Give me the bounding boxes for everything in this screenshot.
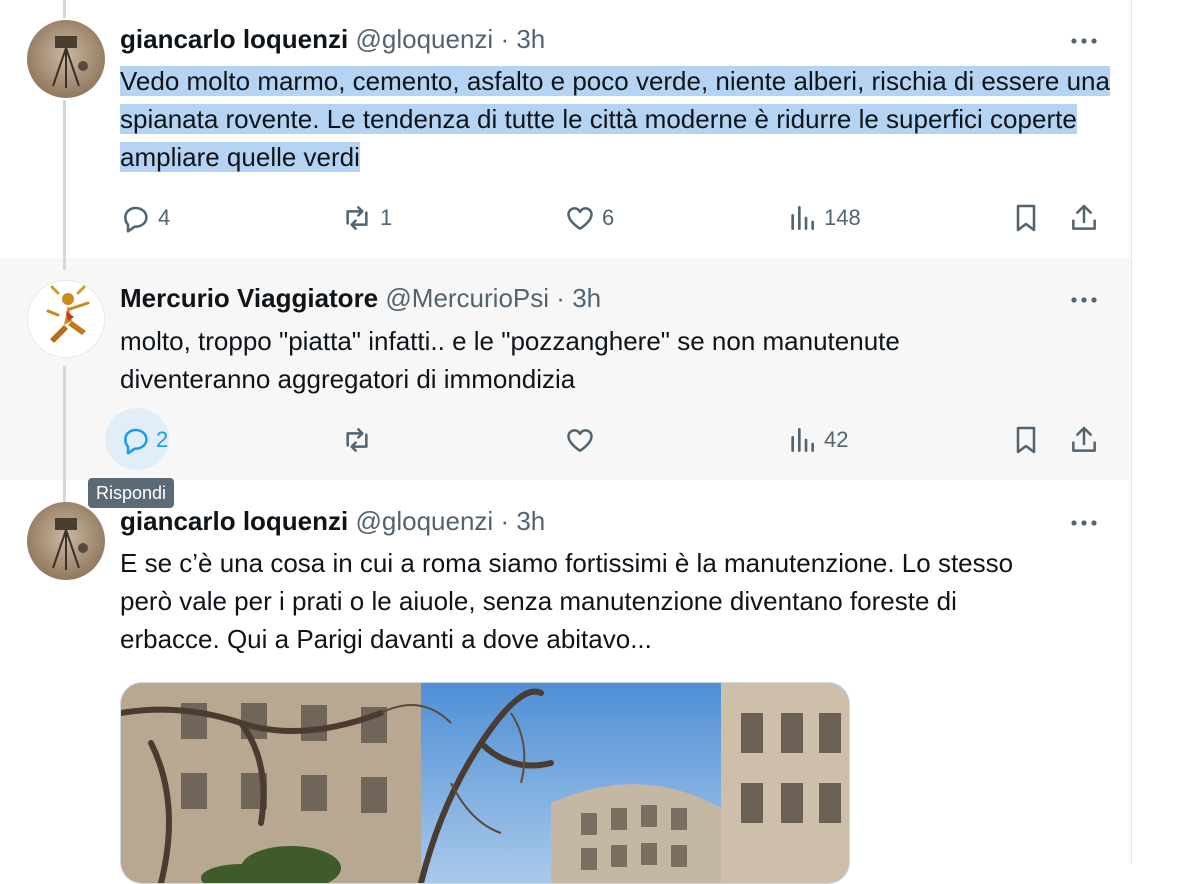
avatar-photo (27, 20, 105, 98)
repost-button[interactable]: 1 (340, 202, 392, 234)
bookmark-button[interactable] (1010, 202, 1042, 234)
views-button[interactable]: 42 (786, 424, 848, 456)
user-handle[interactable]: @gloquenzi (355, 24, 493, 54)
timestamp[interactable]: 3h (516, 24, 545, 54)
view-count: 42 (824, 427, 849, 452)
view-count: 148 (824, 205, 861, 230)
repost-icon (346, 206, 368, 230)
more-horizontal-icon (1071, 297, 1097, 303)
separator-dot: · (500, 24, 510, 54)
more-options-button[interactable] (1064, 508, 1104, 538)
display-name[interactable]: Mercurio Viaggiatore (120, 283, 378, 313)
thread-line (63, 366, 66, 502)
tweet-text: E se c’è una cosa in cui a roma siamo fo… (120, 548, 1014, 654)
tweet-text: molto, troppo "piatta" infatti.. e le "p… (120, 326, 900, 394)
avatar[interactable] (27, 280, 105, 358)
share-icon (1072, 426, 1096, 452)
thread-line-top (63, 0, 66, 18)
avatar[interactable] (27, 20, 105, 98)
more-options-button[interactable] (1064, 285, 1104, 315)
reply-icon (124, 206, 148, 233)
reply-button[interactable]: 4 (120, 202, 170, 234)
timestamp[interactable]: 3h (516, 506, 545, 536)
avatar[interactable] (27, 502, 105, 580)
views-icon (791, 428, 814, 452)
reply-button[interactable]: 2 (120, 424, 168, 456)
like-icon (567, 429, 593, 452)
repost-button[interactable] (340, 424, 380, 456)
right-sidebar-gap (1132, 0, 1200, 864)
bookmark-icon (1016, 426, 1036, 454)
thread-line (63, 100, 66, 270)
like-icon (567, 207, 593, 230)
repost-icon (346, 428, 368, 452)
like-button[interactable]: 6 (564, 202, 614, 234)
more-options-button[interactable] (1064, 26, 1104, 56)
timestamp[interactable]: 3h (572, 283, 601, 313)
bookmark-button[interactable] (1010, 424, 1042, 456)
selected-tweet-text: Vedo molto marmo, cemento, asfalto e poc… (120, 66, 1110, 172)
views-icon (791, 206, 814, 230)
more-horizontal-icon (1071, 38, 1097, 44)
tweet-header: giancarlo loquenzi @gloquenzi · 3h (120, 506, 545, 536)
reply-count: 4 (158, 205, 171, 230)
separator-dot: · (556, 283, 565, 313)
avatar-mercury-figure (28, 281, 104, 357)
display-name[interactable]: giancarlo loquenzi (120, 506, 348, 536)
paris-street-photo (121, 683, 849, 883)
avatar-photo (27, 502, 105, 580)
reply-icon (124, 428, 148, 455)
reply-count: 2 (156, 427, 169, 452)
repost-count: 1 (380, 205, 393, 230)
share-button[interactable] (1068, 202, 1100, 234)
like-button[interactable] (564, 424, 602, 456)
tweet-header: giancarlo loquenzi @gloquenzi · 3h (120, 24, 545, 54)
share-button[interactable] (1068, 424, 1100, 456)
user-handle[interactable]: @gloquenzi (355, 506, 493, 536)
display-name[interactable]: giancarlo loquenzi (120, 24, 348, 54)
tweet-text: Vedo molto marmo, cemento, asfalto e poc… (120, 62, 1110, 176)
user-handle[interactable]: @MercurioPsi (385, 283, 549, 313)
like-count: 6 (602, 205, 615, 230)
tweet-media-image[interactable] (120, 682, 850, 884)
bookmark-icon (1016, 204, 1036, 232)
share-icon (1072, 204, 1096, 230)
reply-tooltip: Rispondi (88, 478, 175, 508)
more-horizontal-icon (1071, 520, 1097, 526)
views-button[interactable]: 148 (786, 202, 861, 234)
tweet-header: Mercurio Viaggiatore @MercurioPsi · 3h (120, 283, 601, 313)
separator-dot: · (500, 506, 510, 536)
